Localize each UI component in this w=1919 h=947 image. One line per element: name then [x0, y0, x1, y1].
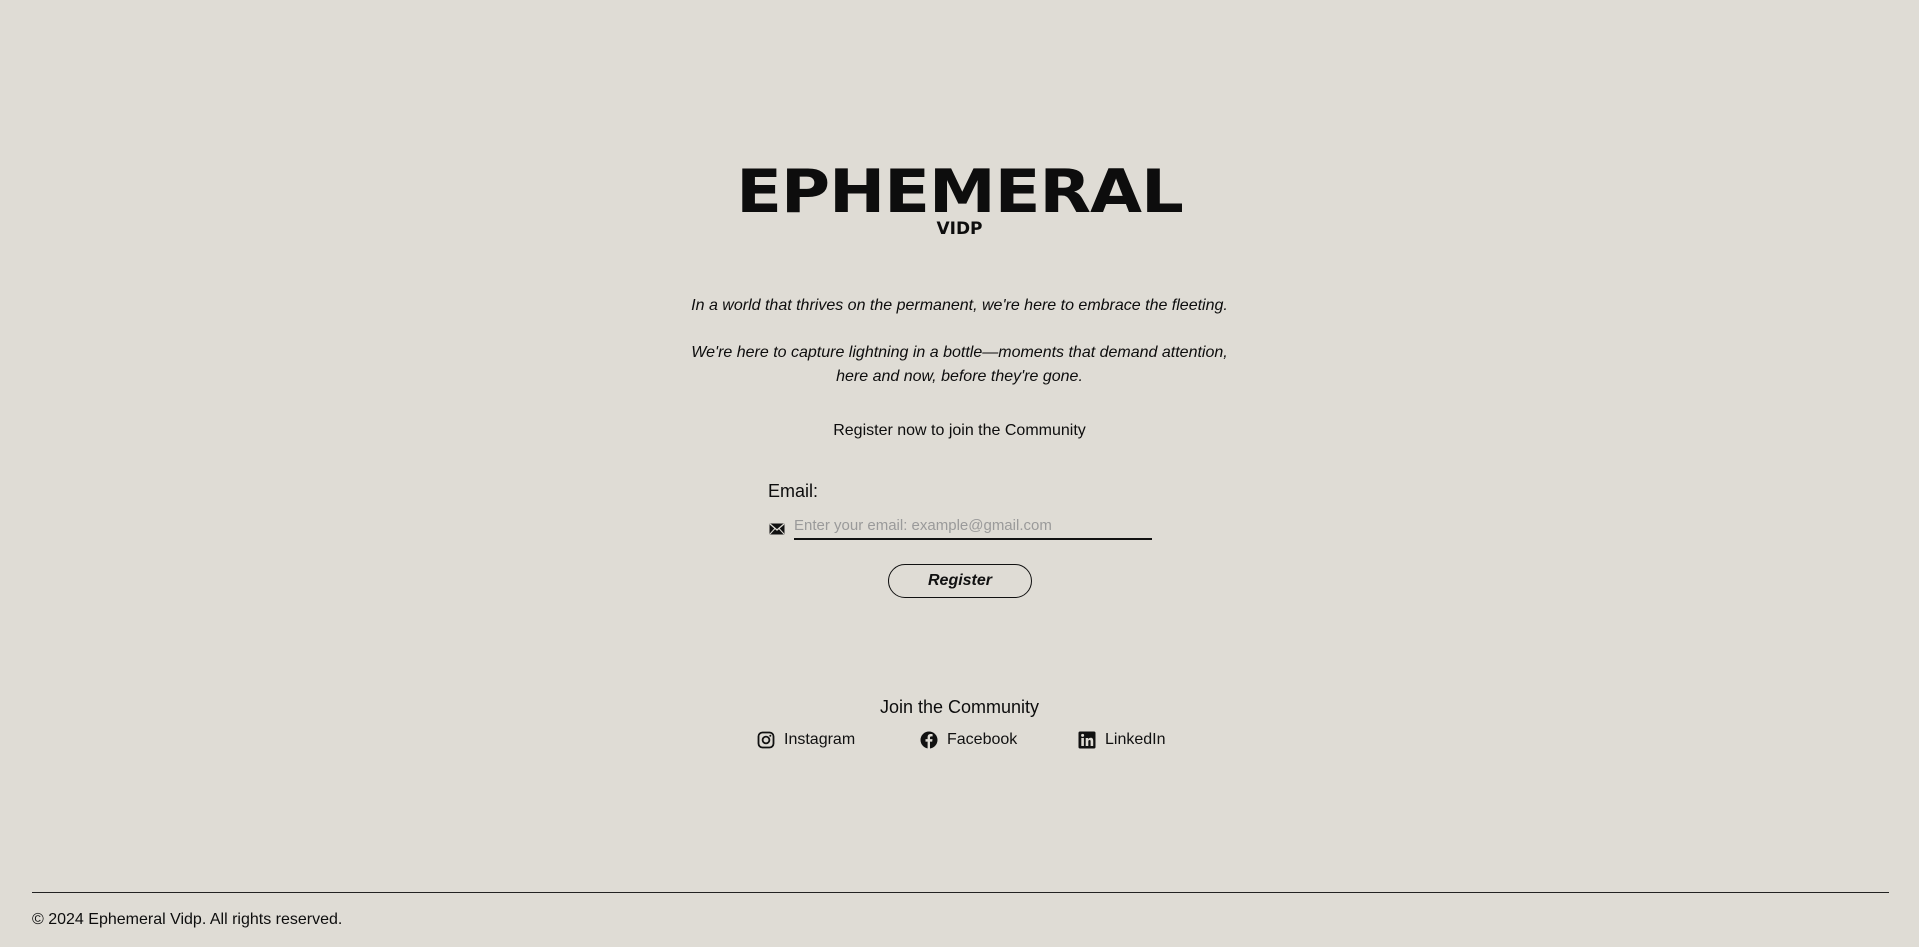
intro-line-2b: here and now, before they're gone. [836, 368, 1083, 385]
mail-icon [769, 520, 785, 535]
footer-copyright: © 2024 Ephemeral Vidp. All rights reserv… [32, 911, 343, 928]
intro-text-1: In a world that thrives on the permanent… [0, 294, 1919, 318]
instagram-link[interactable]: Instagram [757, 731, 855, 749]
page: EPHEMERAL VIDP In a world that thrives o… [0, 0, 1919, 947]
facebook-icon [920, 731, 938, 749]
linkedin-link[interactable]: LinkedIn [1078, 731, 1166, 749]
community-title: Join the Community [879, 697, 1040, 717]
instagram-icon [757, 731, 775, 749]
linkedin-icon [1078, 731, 1096, 749]
intro-line-1: In a world that thrives on the permanent… [691, 297, 1228, 314]
register-button[interactable]: Register [888, 564, 1032, 598]
intro-text-2: We're here to capture lightning in a bot… [0, 341, 1919, 389]
instagram-label: Instagram [784, 731, 856, 748]
email-input[interactable] [794, 512, 1152, 540]
logo-title: EPHEMERAL [736, 157, 1184, 227]
footer-divider [32, 892, 1889, 893]
facebook-label: Facebook [947, 731, 1018, 748]
register-prompt: Register now to join the Community [833, 422, 1086, 439]
logo: EPHEMERAL VIDP [0, 162, 1919, 238]
linkedin-label: LinkedIn [1105, 731, 1166, 748]
facebook-link[interactable]: Facebook [920, 731, 1017, 749]
email-label: Email: [768, 481, 819, 501]
intro-line-2a: We're here to capture lightning in a bot… [691, 344, 1228, 361]
